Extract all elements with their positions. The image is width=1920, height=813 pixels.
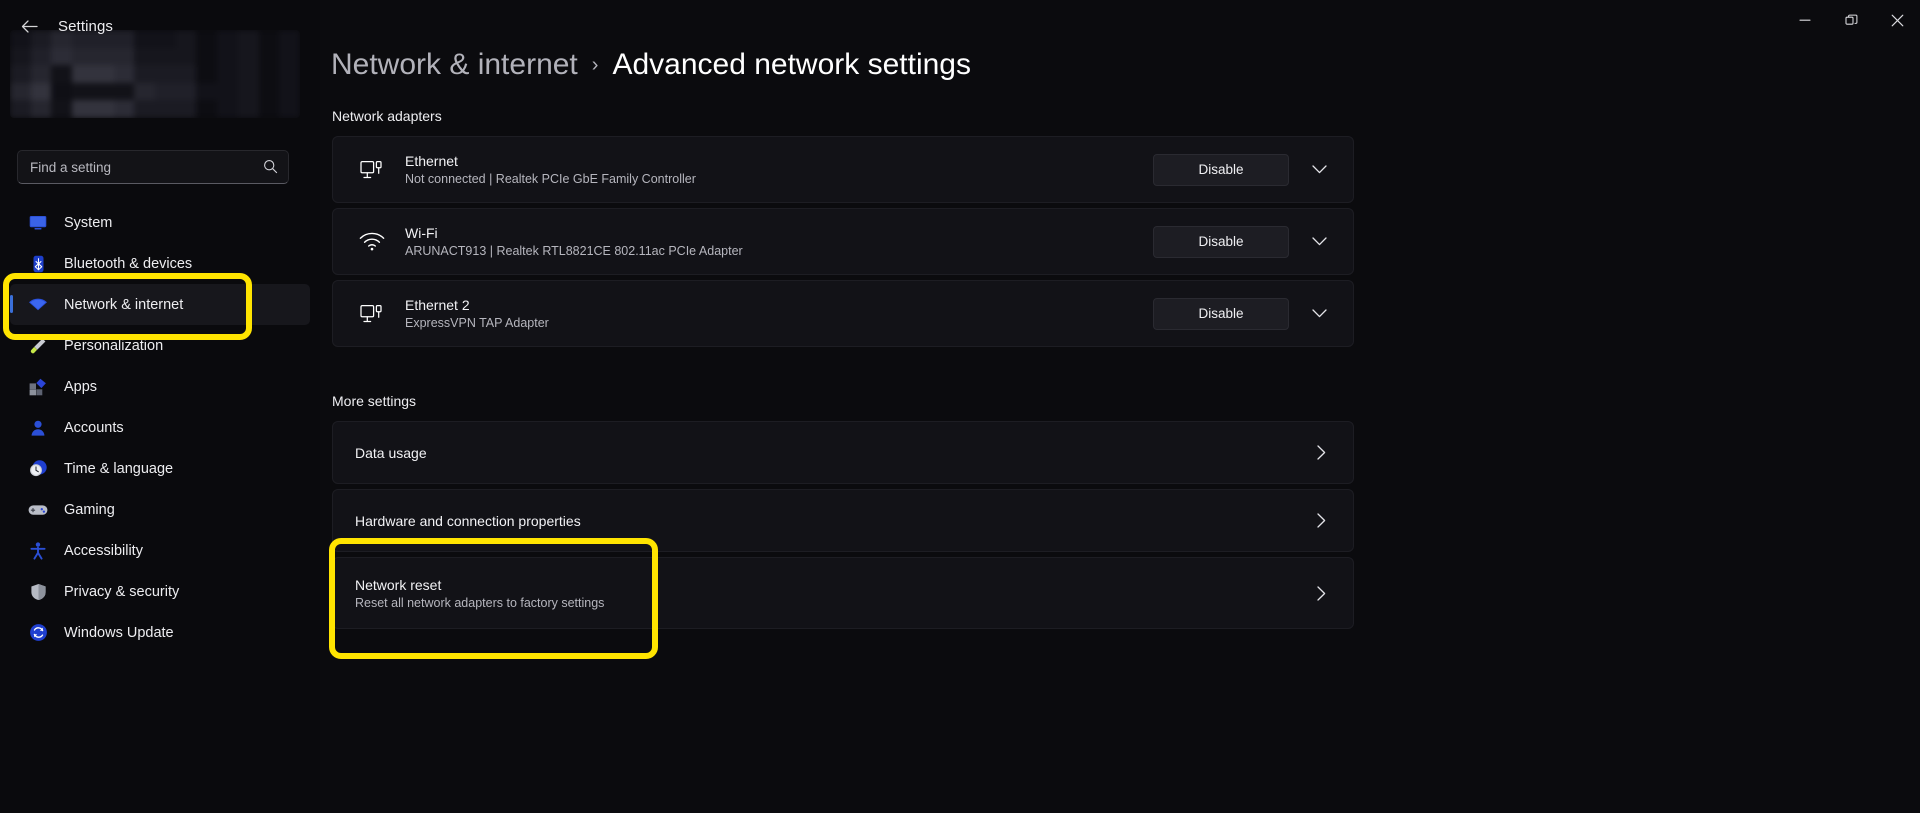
adapter-info: Wi-Fi ARUNACT913 | Realtek RTL8821CE 802… (405, 225, 1153, 258)
person-icon (28, 418, 48, 438)
sidebar-item-label: System (64, 214, 113, 231)
chevron-down-icon[interactable] (1297, 298, 1341, 330)
monitor-icon (28, 213, 48, 233)
row-text: Data usage (355, 445, 427, 461)
adapter-name: Wi-Fi (405, 225, 438, 241)
network-adapters-list: Ethernet Not connected | Realtek PCIe Gb… (332, 136, 1354, 347)
adapter-row-ethernet-2[interactable]: Ethernet 2 ExpressVPN TAP Adapter Disabl… (332, 280, 1354, 347)
chevron-right-icon[interactable] (1301, 505, 1341, 537)
sidebar-item-time-language[interactable]: Time & language (10, 448, 310, 489)
settings-window: Settings Find a setting System Bluetooth… (0, 0, 1920, 813)
ethernet-icon (355, 303, 389, 325)
sidebar-item-network-internet[interactable]: Network & internet (10, 284, 310, 325)
adapter-row-wifi[interactable]: Wi-Fi ARUNACT913 | Realtek RTL8821CE 802… (332, 208, 1354, 275)
sidebar-item-label: Privacy & security (64, 583, 180, 600)
back-arrow-icon (21, 19, 38, 33)
more-settings-row-data-usage[interactable]: Data usage (332, 421, 1354, 484)
sidebar-item-label: Apps (64, 378, 98, 395)
disable-button[interactable]: Disable (1153, 297, 1289, 330)
more-settings-heading: More settings (332, 393, 417, 409)
sidebar-item-label: Accessibility (64, 542, 143, 559)
sidebar-item-label: Bluetooth & devices (64, 255, 193, 272)
shield-icon (28, 582, 48, 602)
row-description: Reset all network adapters to factory se… (355, 595, 605, 610)
adapter-description: ExpressVPN TAP Adapter (405, 316, 549, 330)
update-icon (28, 623, 48, 643)
ethernet-icon (355, 159, 389, 181)
main-content: Network & internet › Advanced network se… (320, 0, 1920, 813)
sidebar-item-accessibility[interactable]: Accessibility (10, 530, 310, 571)
wifi-icon (28, 295, 48, 315)
search-box[interactable] (17, 150, 289, 184)
chevron-right-icon: › (591, 53, 599, 76)
sidebar-item-label: Time & language (64, 460, 174, 477)
adapter-name: Ethernet 2 (405, 297, 470, 313)
network-adapters-heading: Network adapters (332, 108, 442, 124)
chevron-right-icon[interactable] (1301, 577, 1341, 609)
chevron-down-icon[interactable] (1297, 154, 1341, 186)
adapter-name: Ethernet (405, 153, 458, 169)
sidebar-item-personalization[interactable]: Personalization (10, 325, 310, 366)
breadcrumb-parent-link[interactable]: Network & internet (331, 48, 578, 82)
row-title: Hardware and connection properties (355, 512, 581, 529)
sidebar-item-label: Personalization (64, 337, 164, 354)
sidebar-item-label: Windows Update (64, 624, 174, 641)
accessibility-icon (28, 541, 48, 561)
row-title: Network reset (355, 576, 442, 593)
disable-button[interactable]: Disable (1153, 225, 1289, 258)
title-bar-left: Settings (0, 0, 113, 40)
sidebar-item-label: Network & internet (64, 296, 184, 313)
adapter-description: Not connected | Realtek PCIe GbE Family … (405, 172, 696, 186)
sidebar-item-label: Gaming (64, 501, 115, 518)
sidebar-item-system[interactable]: System (10, 202, 310, 243)
more-settings-row-hardware-connection-properties[interactable]: Hardware and connection properties (332, 489, 1354, 552)
sidebar-item-privacy-security[interactable]: Privacy & security (10, 571, 310, 612)
more-settings-list: Data usage Hardware and connection prope… (332, 421, 1354, 629)
minimize-icon (1799, 19, 1811, 21)
chevron-down-icon[interactable] (1297, 226, 1341, 258)
apps-icon (28, 377, 48, 397)
close-icon (1891, 14, 1903, 26)
adapter-info: Ethernet Not connected | Realtek PCIe Gb… (405, 153, 1153, 186)
disable-button[interactable]: Disable (1153, 153, 1289, 186)
row-text: Network reset Reset all network adapters… (355, 577, 604, 610)
page-title: Advanced network settings (612, 48, 971, 81)
row-text: Hardware and connection properties (355, 513, 581, 529)
minimize-button[interactable] (1782, 3, 1828, 37)
user-profile-blurred[interactable] (10, 30, 300, 118)
sidebar-item-label: Accounts (64, 419, 124, 436)
profile-pixelation (10, 30, 300, 118)
close-button[interactable] (1874, 3, 1920, 37)
sidebar-item-bluetooth-devices[interactable]: Bluetooth & devices (10, 243, 310, 284)
restore-icon (1844, 14, 1857, 25)
sidebar-item-windows-update[interactable]: Windows Update (10, 612, 310, 653)
sidebar-item-gaming[interactable]: Gaming (10, 489, 310, 530)
sidebar: System Bluetooth & devices (0, 0, 320, 813)
adapter-description: ARUNACT913 | Realtek RTL8821CE 802.11ac … (405, 244, 743, 258)
bluetooth-icon (28, 254, 48, 274)
window-controls (1782, 0, 1920, 40)
chevron-right-icon[interactable] (1301, 437, 1341, 469)
app-shell: System Bluetooth & devices (0, 0, 1920, 813)
row-title: Data usage (355, 444, 427, 461)
adapter-row-ethernet[interactable]: Ethernet Not connected | Realtek PCIe Gb… (332, 136, 1354, 203)
more-settings-row-network-reset[interactable]: Network reset Reset all network adapters… (332, 557, 1354, 629)
wifi-icon (355, 232, 389, 251)
back-button[interactable] (14, 12, 44, 40)
sidebar-nav: System Bluetooth & devices Network & int… (0, 202, 320, 653)
search-input[interactable] (30, 159, 263, 175)
adapter-info: Ethernet 2 ExpressVPN TAP Adapter (405, 297, 1153, 330)
window-title: Settings (58, 17, 113, 35)
breadcrumb: Network & internet › Advanced network se… (320, 48, 1920, 82)
brush-icon (28, 336, 48, 356)
gamepad-icon (28, 500, 48, 520)
maximize-button[interactable] (1828, 3, 1874, 37)
clock-icon (28, 459, 48, 479)
sidebar-item-apps[interactable]: Apps (10, 366, 310, 407)
sidebar-item-accounts[interactable]: Accounts (10, 407, 310, 448)
search-icon (263, 159, 278, 176)
